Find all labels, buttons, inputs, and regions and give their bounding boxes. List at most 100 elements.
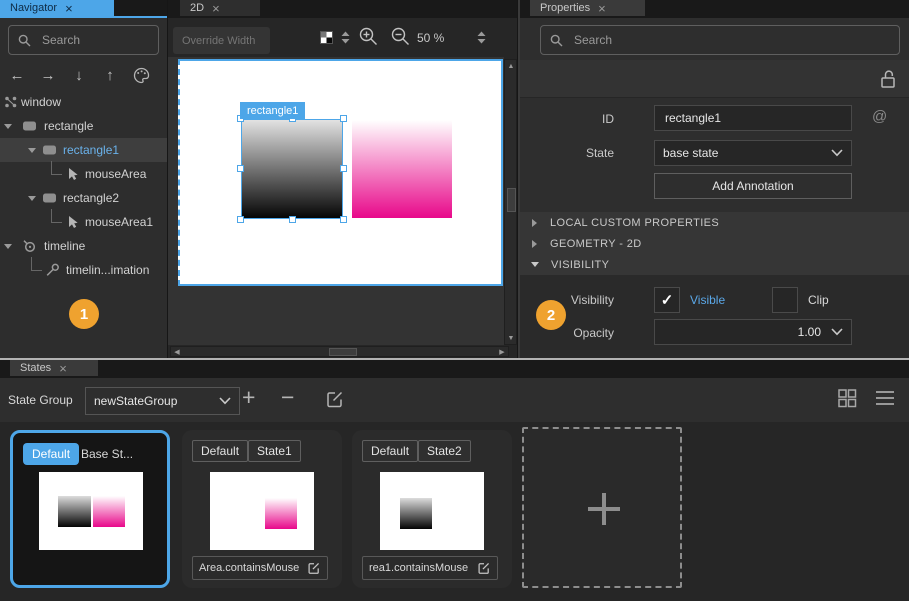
list-view-button[interactable] [875, 389, 895, 407]
expander-icon[interactable] [28, 196, 36, 201]
collapsed-arrow-icon [532, 240, 537, 248]
background-color-button[interactable] [320, 31, 333, 44]
canvas-item-rectangle2[interactable] [352, 120, 452, 218]
chevron-down-icon [831, 149, 843, 157]
selection-handle[interactable] [237, 216, 244, 223]
override-width-input[interactable] [180, 34, 263, 48]
vertical-scrollbar-thumb[interactable] [507, 188, 516, 212]
export-alias-button[interactable]: @ [872, 108, 887, 125]
expander-icon[interactable] [4, 124, 12, 129]
annotation-step-2-badge: 2 [536, 300, 566, 330]
thumbnail-view-button[interactable] [837, 388, 857, 408]
edit-icon[interactable] [477, 561, 491, 575]
root-item-canvas[interactable]: rectangle1 [178, 59, 503, 286]
expander-icon[interactable] [28, 148, 36, 153]
navigator-search[interactable] [8, 25, 159, 55]
visible-checkbox[interactable]: ✓ [654, 287, 680, 313]
tab-navigator[interactable]: Navigator × [0, 0, 114, 16]
tree-item-window[interactable]: window [0, 90, 168, 114]
close-icon[interactable]: × [65, 2, 73, 15]
lock-button[interactable] [877, 68, 899, 90]
edit-icon[interactable] [307, 561, 321, 575]
zoom-level-stepper[interactable] [476, 31, 487, 44]
scroll-up-button[interactable]: ▲ [505, 60, 517, 72]
id-field[interactable] [654, 105, 852, 131]
thumbnail-rectangle2 [265, 498, 297, 529]
remove-state-group-button[interactable]: − [281, 384, 294, 411]
state-group-dropdown[interactable]: newStateGroup [85, 387, 240, 415]
section-local-custom-properties[interactable]: LOCAL CUSTOM PROPERTIES [520, 212, 909, 234]
selection-handle[interactable] [289, 216, 296, 223]
selection-handle[interactable] [340, 165, 347, 172]
tree-item-rectangle[interactable]: rectangle [0, 114, 168, 138]
tree-item-timeline-animation[interactable]: timelin...imation [0, 258, 168, 282]
state-thumbnail[interactable] [39, 472, 143, 550]
rectangle-icon [43, 146, 56, 155]
tab-states[interactable]: States × [10, 360, 98, 376]
state-group-value: newStateGroup [94, 394, 219, 408]
tab-2d[interactable]: 2D × [180, 0, 260, 16]
move-backward-button[interactable]: ← [6, 64, 28, 86]
expander-icon[interactable] [4, 244, 12, 249]
horizontal-scrollbar[interactable]: ◀ ▶ [170, 346, 509, 357]
move-up-button[interactable]: ↑ [99, 64, 121, 86]
selection-handle[interactable] [340, 115, 347, 122]
when-condition-field[interactable]: rea1.containsMouse [362, 556, 498, 580]
properties-header-strip [520, 60, 909, 98]
scroll-left-button[interactable]: ◀ [171, 347, 183, 357]
opacity-field[interactable]: 1.00 [654, 319, 852, 345]
state-name-badge[interactable]: State1 [248, 440, 301, 462]
zoom-out-button[interactable] [390, 26, 411, 47]
state-group-label: State Group [8, 393, 73, 407]
properties-search[interactable] [540, 25, 900, 55]
state-name-badge[interactable]: State2 [418, 440, 471, 462]
state-dropdown[interactable]: base state [654, 140, 852, 166]
when-condition-text: rea1.containsMouse [369, 562, 468, 574]
state-thumbnail[interactable] [210, 472, 314, 550]
background-color-stepper[interactable] [340, 31, 351, 44]
add-state-group-button[interactable]: + [242, 384, 255, 411]
scroll-down-button[interactable]: ▼ [505, 332, 517, 344]
clip-checkbox[interactable] [772, 287, 798, 313]
tree-item-rectangle1[interactable]: rectangle1 [0, 138, 168, 162]
up-arrow-icon: ↑ [106, 67, 114, 84]
zoom-out-icon [390, 26, 411, 47]
scroll-right-button[interactable]: ▶ [496, 347, 508, 357]
default-state-badge[interactable]: Default [23, 443, 79, 465]
state-card-state2[interactable]: Default State2 rea1.containsMouse [352, 430, 512, 588]
state-card-state1[interactable]: Default State1 Area.containsMouse [182, 430, 342, 588]
close-icon[interactable]: × [598, 2, 606, 15]
tree-item-timeline[interactable]: timeline [0, 234, 168, 258]
section-geometry-2d[interactable]: GEOMETRY - 2D [520, 233, 909, 255]
rename-state-group-button[interactable] [325, 389, 345, 409]
close-icon[interactable]: × [59, 362, 67, 375]
canvas-item-rectangle1[interactable] [242, 120, 342, 218]
state-card-base[interactable]: Default Base St... [10, 430, 170, 588]
add-state-slot[interactable] [522, 427, 682, 588]
default-badge[interactable]: Default [362, 440, 418, 462]
tree-item-mousearea1[interactable]: mouseArea1 [0, 210, 168, 234]
color-palette-button[interactable] [130, 64, 152, 86]
move-forward-button[interactable]: → [37, 64, 59, 86]
vertical-scrollbar[interactable]: ▲ ▼ [504, 59, 517, 345]
navigator-search-input[interactable] [40, 32, 149, 48]
horizontal-scrollbar-thumb[interactable] [329, 348, 357, 356]
move-down-button[interactable]: ↓ [68, 64, 90, 86]
id-input[interactable] [663, 110, 843, 126]
tree-item-rectangle2[interactable]: rectangle2 [0, 186, 168, 210]
tree-item-label: rectangle [44, 119, 93, 133]
selection-handle[interactable] [340, 216, 347, 223]
properties-search-input[interactable] [572, 32, 890, 48]
tree-item-mousearea[interactable]: mouseArea [0, 162, 168, 186]
close-icon[interactable]: × [212, 2, 220, 15]
when-condition-field[interactable]: Area.containsMouse [192, 556, 328, 580]
override-width-field[interactable] [173, 27, 270, 54]
default-badge[interactable]: Default [192, 440, 248, 462]
canvas-viewport[interactable]: rectangle1 ▲ ▼ [168, 57, 504, 345]
tab-properties[interactable]: Properties × [530, 0, 645, 16]
selection-handle[interactable] [237, 165, 244, 172]
state-thumbnail[interactable] [380, 472, 484, 550]
add-annotation-button[interactable]: Add Annotation [654, 173, 852, 199]
zoom-in-button[interactable] [358, 26, 379, 47]
section-visibility[interactable]: VISIBILITY [520, 254, 909, 276]
